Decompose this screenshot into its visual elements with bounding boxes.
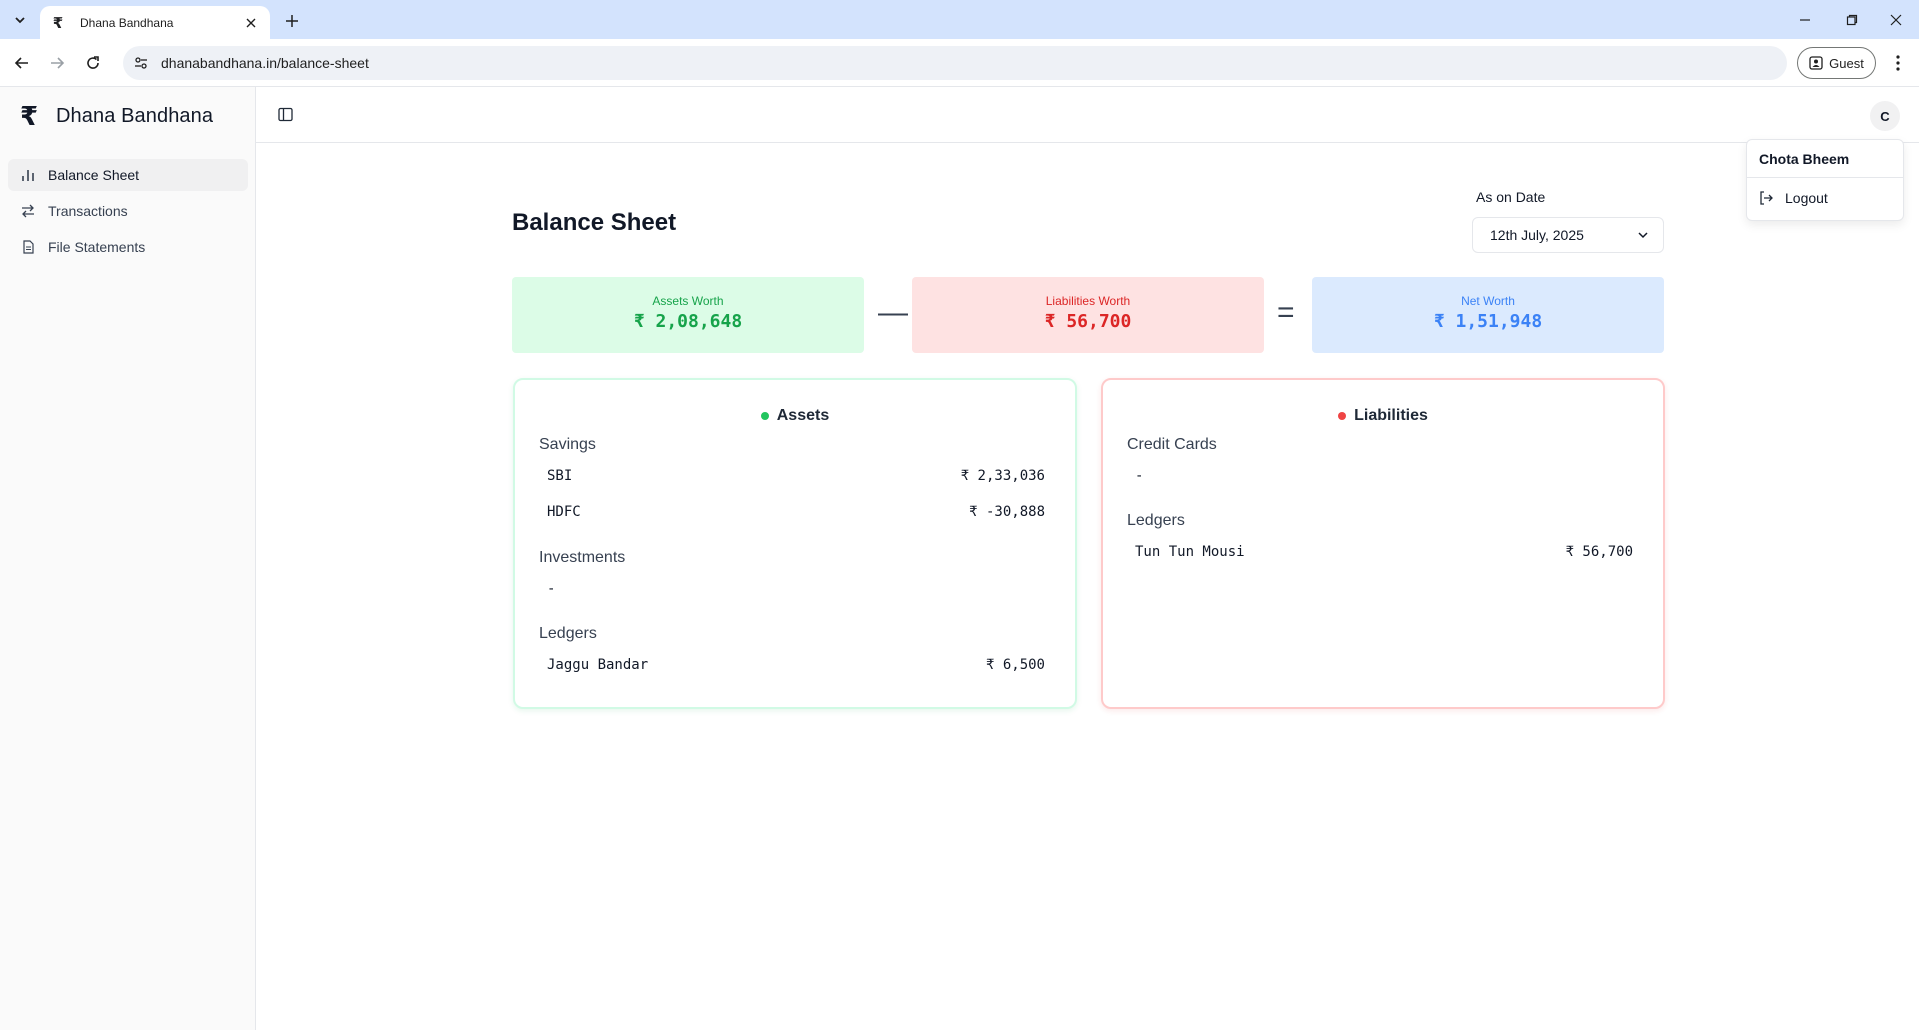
- logout-icon: [1760, 191, 1773, 205]
- net-worth-card: Net Worth ₹ 1,51,948: [1312, 277, 1664, 353]
- account-amount: ₹ 2,33,036: [960, 468, 1045, 484]
- site-info-icon[interactable]: [131, 53, 151, 73]
- app-topbar: C: [256, 87, 1919, 143]
- liabilities-status-dot: [1338, 412, 1347, 420]
- liabilities-worth-card: Liabilities Worth ₹ 56,700: [912, 277, 1264, 353]
- assets-status-dot: [760, 412, 769, 420]
- brand-name: Dhana Bandhana: [56, 105, 214, 127]
- sidebar: ₹ Dhana Bandhana Balance Sheet Transacti…: [0, 87, 256, 1030]
- tab-title: Dhana Bandhana: [80, 15, 174, 30]
- tab-close-icon[interactable]: [242, 14, 260, 32]
- sidebar-item-label: Transactions: [48, 203, 128, 219]
- logout-menu-item[interactable]: Logout: [1747, 178, 1903, 218]
- assets-panel: Assets Savings SBI ₹ 2,33,036 HDFC ₹ -30…: [513, 378, 1077, 709]
- net-worth-label: Net Worth: [1461, 294, 1515, 308]
- list-item-empty: -: [547, 581, 1045, 597]
- chevron-down-icon: [1638, 232, 1648, 239]
- assets-worth-label: Assets Worth: [652, 294, 724, 308]
- ledgers-section-title: Ledgers: [1127, 512, 1185, 529]
- ledger-amount: ₹ 56,700: [1565, 544, 1633, 560]
- savings-section-title: Savings: [539, 436, 596, 453]
- guest-profile-button[interactable]: Guest: [1797, 47, 1876, 79]
- assets-worth-card: Assets Worth ₹ 2,08,648: [512, 277, 864, 353]
- empty-placeholder: -: [547, 581, 556, 597]
- list-item-empty: -: [1135, 468, 1633, 484]
- reload-icon[interactable]: [79, 49, 107, 77]
- browser-tab[interactable]: ₹ Dhana Bandhana: [40, 6, 270, 39]
- browser-toolbar: dhanabandhana.in/balance-sheet Guest: [0, 39, 1919, 87]
- brand[interactable]: ₹ Dhana Bandhana: [18, 101, 213, 132]
- account-name: HDFC: [547, 504, 581, 520]
- user-menu-dropdown: Chota Bheem Logout: [1746, 139, 1904, 221]
- list-item: SBI ₹ 2,33,036: [547, 468, 1045, 484]
- as-on-date-select[interactable]: 12th July, 2025: [1472, 217, 1664, 253]
- equals-operator: =: [1277, 296, 1295, 329]
- guest-label: Guest: [1829, 55, 1864, 71]
- sidebar-item-label: Balance Sheet: [48, 167, 140, 183]
- account-amount: ₹ -30,888: [969, 504, 1045, 520]
- user-menu-name: Chota Bheem: [1747, 140, 1903, 178]
- file-text-icon: [20, 239, 36, 255]
- profile-icon: [1809, 56, 1823, 70]
- investments-section-title: Investments: [539, 549, 626, 566]
- minus-operator: —: [878, 296, 908, 329]
- browser-tabstrip: ₹ Dhana Bandhana: [0, 0, 1919, 39]
- liabilities-panel-title: Liabilities: [1354, 407, 1428, 424]
- ledgers-section-title: Ledgers: [539, 625, 597, 642]
- sidebar-item-file-statements[interactable]: File Statements: [8, 231, 248, 263]
- sidebar-toggle-icon[interactable]: [274, 103, 296, 125]
- liabilities-panel: Liabilities Credit Cards - Ledgers Tun T…: [1101, 378, 1665, 709]
- restore-icon[interactable]: [1836, 7, 1868, 33]
- arrows-left-right-icon: [20, 203, 36, 219]
- logout-label: Logout: [1785, 190, 1828, 206]
- page-title: Balance Sheet: [512, 209, 677, 236]
- assets-panel-header: Assets: [515, 407, 1075, 425]
- list-item: Tun Tun Mousi ₹ 56,700: [1135, 544, 1633, 560]
- bar-chart-icon: [20, 167, 36, 183]
- address-bar[interactable]: dhanabandhana.in/balance-sheet: [123, 46, 1787, 80]
- ledger-name: Tun Tun Mousi: [1135, 544, 1245, 560]
- list-item: Jaggu Bandar ₹ 6,500: [547, 657, 1045, 673]
- net-worth-value: ₹ 1,51,948: [1433, 311, 1543, 332]
- ledger-name: Jaggu Bandar: [547, 657, 649, 673]
- list-item: HDFC ₹ -30,888: [547, 504, 1045, 520]
- sidebar-item-label: File Statements: [48, 239, 146, 255]
- new-tab-plus-icon[interactable]: [280, 9, 304, 33]
- rupee-favicon-icon: ₹: [52, 14, 64, 32]
- date-label: As on Date: [1476, 189, 1546, 205]
- empty-placeholder: -: [1135, 468, 1144, 484]
- browser-menu-kebab-icon[interactable]: [1884, 49, 1912, 77]
- sidebar-nav: Balance Sheet Transactions File Statemen…: [8, 159, 248, 267]
- account-name: SBI: [547, 468, 573, 484]
- back-arrow-icon[interactable]: [8, 49, 36, 77]
- date-value: 12th July, 2025: [1490, 227, 1584, 243]
- liabilities-worth-value: ₹ 56,700: [1044, 311, 1132, 332]
- forward-arrow-icon[interactable]: [43, 49, 71, 77]
- assets-worth-value: ₹ 2,08,648: [633, 311, 743, 332]
- liabilities-worth-label: Liabilities Worth: [1045, 294, 1131, 308]
- sidebar-item-balance-sheet[interactable]: Balance Sheet: [8, 159, 248, 191]
- rupee-logo-icon: ₹: [19, 101, 39, 131]
- sidebar-item-transactions[interactable]: Transactions: [8, 195, 248, 227]
- tab-search-chevron-icon[interactable]: [8, 8, 32, 32]
- assets-panel-title: Assets: [776, 407, 830, 424]
- credit-cards-section-title: Credit Cards: [1127, 436, 1217, 453]
- minimize-icon[interactable]: [1789, 7, 1821, 33]
- ledger-amount: ₹ 6,500: [985, 657, 1045, 673]
- liabilities-panel-header: Liabilities: [1103, 407, 1663, 425]
- window-close-icon[interactable]: [1880, 7, 1912, 33]
- user-avatar[interactable]: C: [1870, 101, 1900, 131]
- url-text[interactable]: dhanabandhana.in/balance-sheet: [161, 55, 369, 71]
